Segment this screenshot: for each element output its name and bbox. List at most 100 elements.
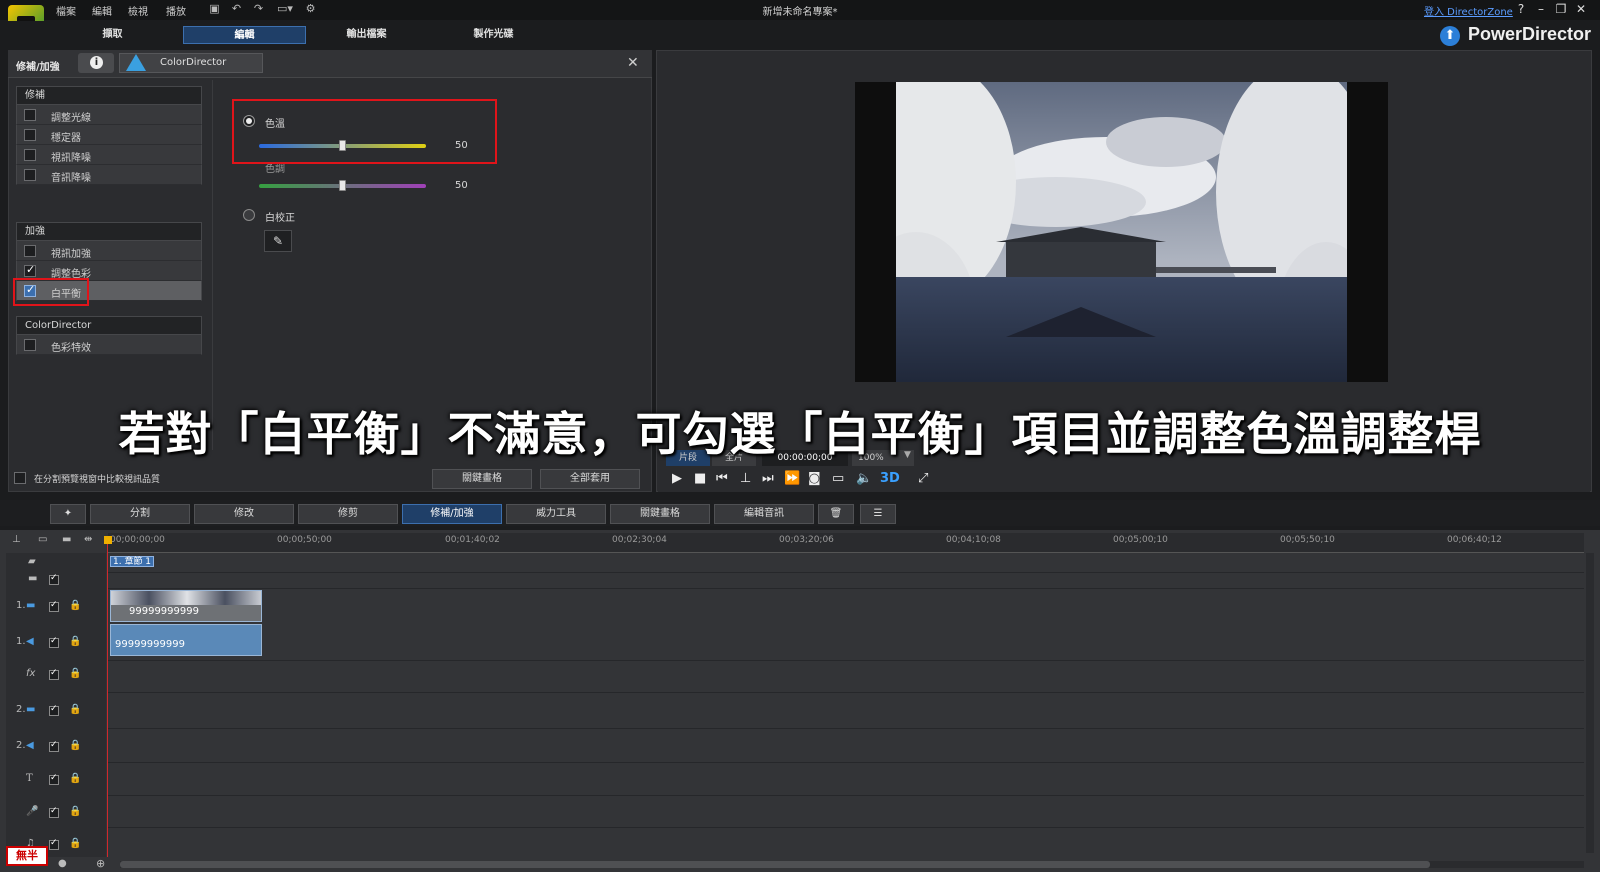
video-clip[interactable]: 99999999999 [110, 590, 262, 622]
track-enable-checkbox[interactable] [49, 838, 59, 850]
info-button[interactable]: i [78, 53, 114, 73]
tab-create-disc[interactable]: 製作光碟 [432, 26, 555, 44]
power-tools-button[interactable]: 威力工具 [506, 504, 606, 524]
previous-frame-icon[interactable]: ⏮ [716, 471, 728, 486]
keyframe-tool-button[interactable]: 關鍵畫格 [610, 504, 710, 524]
lock-icon[interactable]: 🔒 [69, 806, 81, 817]
apply-all-button[interactable]: 全部套用 [540, 469, 640, 489]
scrollbar-thumb[interactable] [120, 861, 1430, 868]
checkbox[interactable] [24, 245, 36, 257]
option-color-effects[interactable]: 色彩特效 [16, 335, 202, 355]
radio-white-calibration[interactable] [243, 209, 255, 221]
lock-icon[interactable]: 🔒 [69, 704, 81, 715]
next-frame-icon[interactable]: ⏭ [762, 471, 774, 486]
checkbox[interactable] [24, 109, 36, 121]
ruler-tick: 00;06;40;12 [1447, 535, 1502, 545]
checkbox[interactable] [24, 339, 36, 351]
track-enable-checkbox[interactable] [49, 573, 59, 585]
stop-icon[interactable]: ■ [694, 471, 706, 486]
eyedropper-icon[interactable]: ✎ [264, 230, 292, 252]
undock-preview-icon[interactable]: ⤢ [918, 471, 928, 486]
lock-icon[interactable]: 🔒 [69, 636, 81, 647]
option-lighting-adjust[interactable]: 調整光線 [16, 105, 202, 125]
close-window-button[interactable]: ✕ [1574, 2, 1588, 16]
external-display-icon[interactable]: ▭ [832, 471, 844, 486]
tab-produce[interactable]: 輸出檔案 [305, 26, 428, 44]
option-label: 調整光線 [51, 113, 91, 124]
highlight-box-temperature [232, 99, 497, 164]
more-features-icon[interactable]: ☰ [860, 504, 896, 524]
audio-track-1-label: 1. [16, 636, 26, 647]
compare-quality-checkbox[interactable] [14, 472, 26, 484]
snapshot-camera-icon[interactable]: ◙ [808, 471, 821, 486]
magic-tool-icon[interactable]: ✦ [50, 504, 86, 524]
play-icon[interactable]: ▶ [672, 471, 682, 486]
option-audio-denoise[interactable]: 音訊降噪 [16, 165, 202, 185]
option-label: 音訊降噪 [51, 173, 91, 184]
checkbox-checked[interactable] [24, 263, 36, 277]
upgrade-arrow-icon[interactable]: ⬆ [1440, 26, 1460, 46]
chapter-marker[interactable]: 1. 章節 1 [110, 556, 154, 567]
playhead-handle[interactable] [104, 536, 112, 544]
lock-icon[interactable]: 🔒 [69, 838, 81, 849]
checkbox[interactable] [24, 169, 36, 181]
lock-icon[interactable]: 🔒 [69, 668, 81, 679]
section-header-colordirector: ColorDirector [16, 316, 202, 335]
storyboard-view-icon[interactable]: ▭ [38, 534, 47, 545]
track-divider [108, 588, 1584, 589]
lock-icon[interactable]: 🔒 [69, 600, 81, 611]
title-track-icon: T [26, 773, 33, 784]
split-button[interactable]: 分割 [90, 504, 190, 524]
help-button[interactable]: ? [1514, 2, 1528, 16]
panel-title: 修補/加強 [16, 62, 60, 73]
zoom-out-icon[interactable]: ● [58, 858, 67, 869]
keyframe-button[interactable]: 關鍵畫格 [432, 469, 532, 489]
edit-audio-button[interactable]: 編輯音訊 [714, 504, 814, 524]
restore-button[interactable]: ❐ [1554, 2, 1568, 16]
delete-trash-icon[interactable]: 🗑 [818, 504, 854, 524]
preview-image [896, 82, 1347, 382]
option-video-denoise[interactable]: 視訊降噪 [16, 145, 202, 165]
timeline-vertical-scrollbar[interactable] [1586, 553, 1594, 853]
modify-button[interactable]: 修改 [194, 504, 294, 524]
checkbox[interactable] [24, 149, 36, 161]
zoom-in-icon[interactable]: ⊕ [96, 857, 105, 870]
tab-edit[interactable]: 編輯 [183, 26, 306, 44]
track-enable-checkbox[interactable] [49, 636, 59, 648]
track-manager-icon[interactable]: ▬ [62, 534, 71, 545]
chapter-marker-icon: ▰ [28, 556, 36, 567]
trim-button[interactable]: 修剪 [298, 504, 398, 524]
track-enable-checkbox[interactable] [49, 773, 59, 785]
tint-slider-handle[interactable] [338, 180, 346, 191]
3d-mode-toggle[interactable]: 3D [880, 471, 900, 486]
lock-icon[interactable]: 🔒 [69, 740, 81, 751]
minimize-button[interactable]: – [1534, 2, 1548, 16]
timeline-view-icon[interactable]: ⊥ [12, 534, 21, 545]
section-header-enhance: 加強 [16, 222, 202, 241]
track-enable-checkbox[interactable] [49, 806, 59, 818]
split-icon[interactable]: ⊥ [740, 471, 751, 486]
ruler-tick: 00;04;10;08 [946, 535, 1001, 545]
track-enable-checkbox[interactable] [49, 704, 59, 716]
fix-enhance-button[interactable]: 修補/加強 [402, 504, 502, 524]
fast-forward-icon[interactable]: ⏩ [784, 471, 800, 486]
track-divider [108, 762, 1584, 763]
colordirector-prism-icon [126, 54, 146, 71]
effect-track-icon: fx [26, 668, 36, 679]
volume-icon[interactable]: 🔈 [856, 471, 872, 486]
lock-icon[interactable]: 🔒 [69, 773, 81, 784]
option-video-enhance[interactable]: 視訊加強 [16, 241, 202, 261]
directorzone-login-link[interactable]: 登入 DirectorZone [1424, 3, 1513, 18]
track-enable-checkbox[interactable] [49, 668, 59, 680]
audio-clip[interactable]: 99999999999 [110, 624, 262, 656]
fit-timeline-icon[interactable]: ⇹ [84, 534, 92, 545]
track-enable-checkbox[interactable] [49, 740, 59, 752]
track-enable-checkbox[interactable] [49, 600, 59, 612]
tab-capture[interactable]: 擷取 [51, 26, 174, 44]
playhead[interactable] [107, 541, 108, 857]
checkbox[interactable] [24, 129, 36, 141]
panel-close-icon[interactable]: ✕ [627, 55, 639, 71]
compare-quality-label: 在分割預覽視窗中比較視訊品質 [34, 475, 161, 485]
track-divider [108, 692, 1584, 693]
option-stabilizer[interactable]: 穩定器 [16, 125, 202, 145]
